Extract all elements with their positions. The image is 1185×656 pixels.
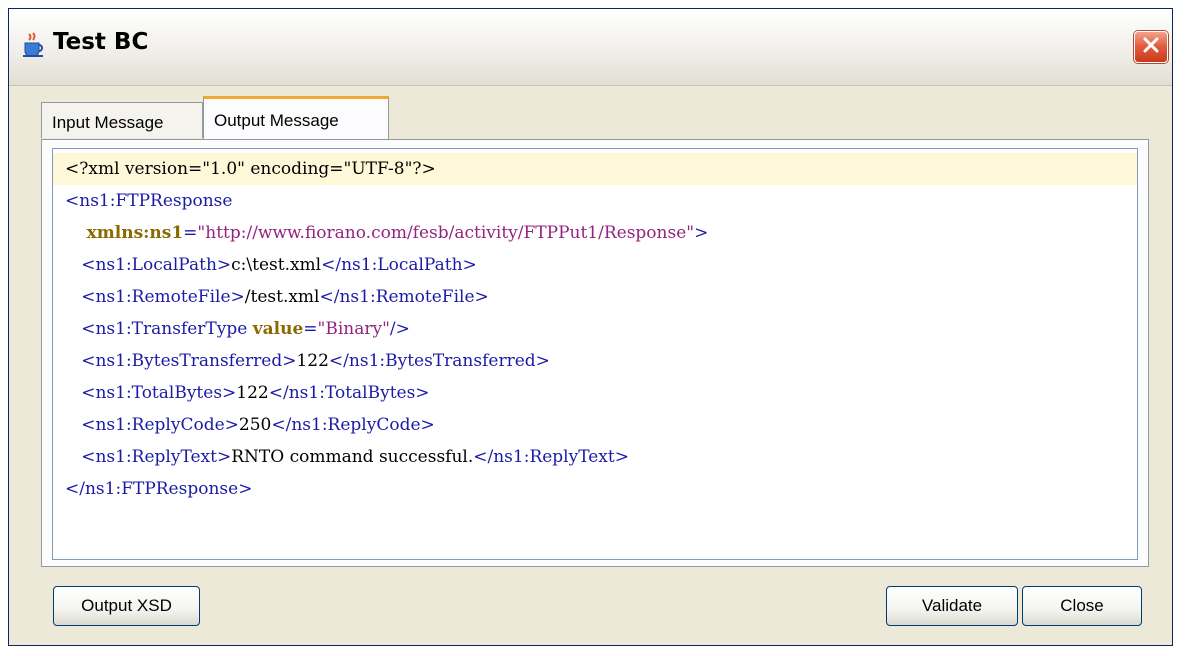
code-token: </ns1:TotalBytes>: [268, 383, 430, 403]
code-token: >: [694, 223, 709, 243]
code-token: 122: [236, 383, 269, 403]
code-token: =: [303, 319, 318, 339]
code-token: =: [183, 223, 198, 243]
code-line: <?xml version="1.0" encoding="UTF-8"?>: [53, 153, 1137, 185]
code-token: RNTO command successful.: [231, 447, 474, 467]
code-token: </ns1:ReplyCode>: [271, 415, 435, 435]
code-line: <ns1:FTPResponse: [53, 185, 1137, 217]
code-token: "Binary": [317, 319, 390, 339]
java-cup-icon: [19, 31, 47, 59]
code-token: />: [389, 319, 410, 339]
title-bar[interactable]: Test BC: [9, 9, 1172, 86]
dialog-window: Test BC Input Message Output Message <?x…: [8, 8, 1173, 646]
code-token: </ns1:LocalPath>: [321, 255, 477, 275]
code-token: <ns1:FTPResponse: [65, 191, 233, 211]
code-line: <ns1:ReplyCode>250</ns1:ReplyCode>: [53, 409, 1137, 441]
code-token: </ns1:FTPResponse>: [65, 479, 253, 499]
close-window-button[interactable]: [1134, 31, 1168, 63]
window-title: Test BC: [53, 29, 149, 55]
code-token: value: [252, 319, 304, 339]
code-line: <ns1:TransferType value="Binary"/>: [53, 313, 1137, 345]
code-token: 122: [296, 351, 329, 371]
code-token: <ns1:BytesTransferred>: [81, 351, 297, 371]
code-token: </ns1:BytesTransferred>: [328, 351, 550, 371]
code-token: <ns1:LocalPath>: [81, 255, 232, 275]
code-token: <ns1:ReplyText>: [81, 447, 232, 467]
tab-output-message[interactable]: Output Message: [203, 96, 389, 140]
code-token: <ns1:TotalBytes>: [81, 383, 237, 403]
code-line: <ns1:LocalPath>c:\test.xml</ns1:LocalPat…: [53, 249, 1137, 281]
code-token: <ns1:RemoteFile>: [81, 287, 245, 307]
validate-button[interactable]: Validate: [886, 586, 1018, 626]
tab-panel: <?xml version="1.0" encoding="UTF-8"?> <n…: [41, 139, 1149, 567]
close-icon: [1142, 36, 1160, 58]
tab-input-message[interactable]: Input Message: [41, 102, 203, 138]
code-token: </ns1:RemoteFile>: [319, 287, 489, 307]
code-token: "http://www.fiorano.com/fesb/activity/FT…: [197, 223, 695, 243]
code-line: <ns1:TotalBytes>122</ns1:TotalBytes>: [53, 377, 1137, 409]
xml-editor[interactable]: <?xml version="1.0" encoding="UTF-8"?> <n…: [52, 148, 1138, 560]
code-token: </ns1:ReplyText>: [473, 447, 629, 467]
code-token: <ns1:TransferType: [81, 319, 253, 339]
code-token: <ns1:ReplyCode>: [81, 415, 239, 435]
code-token: c:\test.xml: [231, 255, 322, 275]
code-token: <?xml version="1.0" encoding="UTF-8"?>: [65, 159, 436, 179]
code-line: <ns1:ReplyText>RNTO command successful.<…: [53, 441, 1137, 473]
code-line: <ns1:RemoteFile>/test.xml</ns1:RemoteFil…: [53, 281, 1137, 313]
code-line: xmlns:ns1="http://www.fiorano.com/fesb/a…: [53, 217, 1137, 249]
output-xsd-button[interactable]: Output XSD: [53, 586, 200, 626]
code-line: </ns1:FTPResponse>: [53, 473, 1137, 505]
close-button[interactable]: Close: [1022, 586, 1142, 626]
code-line: <ns1:BytesTransferred>122</ns1:BytesTran…: [53, 345, 1137, 377]
code-token: /test.xml: [244, 287, 320, 307]
code-token: xmlns:ns1: [86, 223, 184, 243]
code-token: 250: [238, 415, 272, 435]
